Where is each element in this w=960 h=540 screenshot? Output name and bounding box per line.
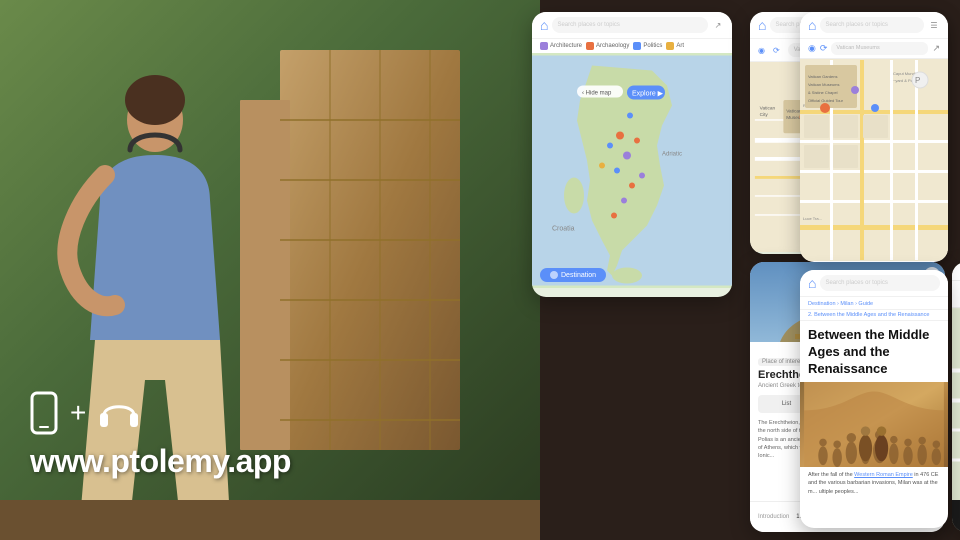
article-search-placeholder: Search places or topics	[825, 280, 887, 286]
cat-label-3: Art	[676, 43, 684, 49]
svg-text:Explore ▶: Explore ▶	[632, 91, 664, 98]
svg-text:‹ Hide map: ‹ Hide map	[582, 91, 612, 97]
route-audio-bar: ◃ Introduction ↺ ⏮ ▶ ⏭ ↻ 1. Bridge of th…	[952, 500, 960, 532]
icon-row: +	[30, 391, 291, 435]
ren-map-body: Roma Transfer Luce Tra... Vatican Garden…	[800, 59, 948, 261]
breadcrumb2-text: 2. Between the Middle Ages and the Renai…	[808, 312, 929, 318]
destination-chip[interactable]: Destination	[540, 268, 606, 282]
back-arrow[interactable]: ◉	[758, 46, 765, 55]
renaissance-article-card: ⌂ Search places or topics Destination › …	[800, 270, 948, 528]
cat-art[interactable]: Art	[666, 42, 684, 50]
share-icon[interactable]: ↗	[712, 19, 724, 31]
refresh-icon[interactable]: ⟳	[773, 46, 780, 55]
map-refresh[interactable]: ⟳	[820, 43, 828, 54]
cat-politics[interactable]: Politics	[633, 42, 662, 50]
phone-icon	[30, 391, 58, 435]
headphone-icon	[98, 395, 140, 431]
svg-text:Vatican: Vatican	[760, 106, 776, 112]
ren-map-header: ⌂ Search places or topics ☰	[800, 12, 948, 39]
svg-text:City: City	[760, 112, 769, 118]
cat-architecture[interactable]: Architecture	[540, 42, 582, 50]
search-placeholder: Search places or topics	[557, 22, 619, 28]
main-map-card: ⌂ Search places or topics ↗ Architecture…	[532, 12, 732, 297]
cat-label-0: Architecture	[550, 43, 582, 49]
ren-location-hint: Vatican Museums	[836, 45, 879, 51]
renaissance-map-card: ⌂ Search places or topics ☰ ◉ ⟳ Vatican …	[800, 12, 948, 262]
svg-text:Croatia: Croatia	[552, 226, 575, 233]
article-body: After the fall of the Western Roman Empi…	[800, 467, 948, 501]
ren-search-placeholder: Search places or topics	[825, 22, 887, 28]
plus-sign: +	[70, 397, 86, 429]
article-search[interactable]: Search places or topics	[820, 275, 940, 291]
svg-text:Vatican Museums: Vatican Museums	[808, 82, 840, 87]
article-breadcrumb: Destination › Milan › Guide	[800, 297, 948, 310]
main-map-body: Croatia Adriatic Explore ▶ ‹ Hide map De…	[532, 53, 732, 288]
svg-text:Official Guided Tour: Official Guided Tour	[808, 98, 844, 103]
main-map-header: ⌂ Search places or topics ↗	[532, 12, 732, 39]
map-back[interactable]: ◉	[808, 43, 816, 54]
left-panel-overlay: + www.ptolemy.app	[30, 391, 291, 480]
svg-text:Vatican Gardens: Vatican Gardens	[808, 74, 838, 79]
cat-label-1: Archaeology	[596, 43, 629, 49]
destination-label: Destination	[561, 272, 596, 279]
category-row: Architecture Archaeology Politics Art	[532, 39, 732, 53]
breadcrumb-text: Destination › Milan › Guide	[808, 301, 873, 307]
cat-label-2: Politics	[643, 43, 662, 49]
website-url: www.ptolemy.app	[30, 443, 291, 480]
dest-icon	[550, 271, 558, 279]
western-roman-empire-link[interactable]: Western Roman Empire	[854, 472, 913, 478]
intro-label: Introduction	[758, 514, 789, 520]
main-map-search[interactable]: Search places or topics	[552, 17, 708, 33]
ren-map-search[interactable]: Search places or topics	[820, 17, 924, 33]
right-panel: ⌂ Search places or topics ↗ Architecture…	[520, 0, 960, 540]
more-icon[interactable]: ☰	[928, 19, 940, 31]
route-map-body: 1 2 3 4 5 6 7 8 9 10	[952, 308, 960, 504]
route-map-card: ‹ Guide ▽ ‹ ?	[952, 262, 960, 532]
svg-text:Adriatic: Adriatic	[662, 152, 682, 158]
title-text: Between the Middle Ages and the Renaissa…	[808, 327, 929, 376]
article-title: Between the Middle Ages and the Renaissa…	[800, 321, 948, 382]
svg-text:P: P	[915, 76, 920, 85]
svg-text:& Sistine Chapel: & Sistine Chapel	[808, 90, 838, 95]
svg-text:Luce Tra...: Luce Tra...	[803, 216, 822, 221]
article-header: ⌂ Search places or topics	[800, 270, 948, 297]
cat-archaeology[interactable]: Archaeology	[586, 42, 629, 50]
renaissance-painting	[800, 382, 948, 467]
ren-share[interactable]: ↗	[932, 43, 940, 54]
